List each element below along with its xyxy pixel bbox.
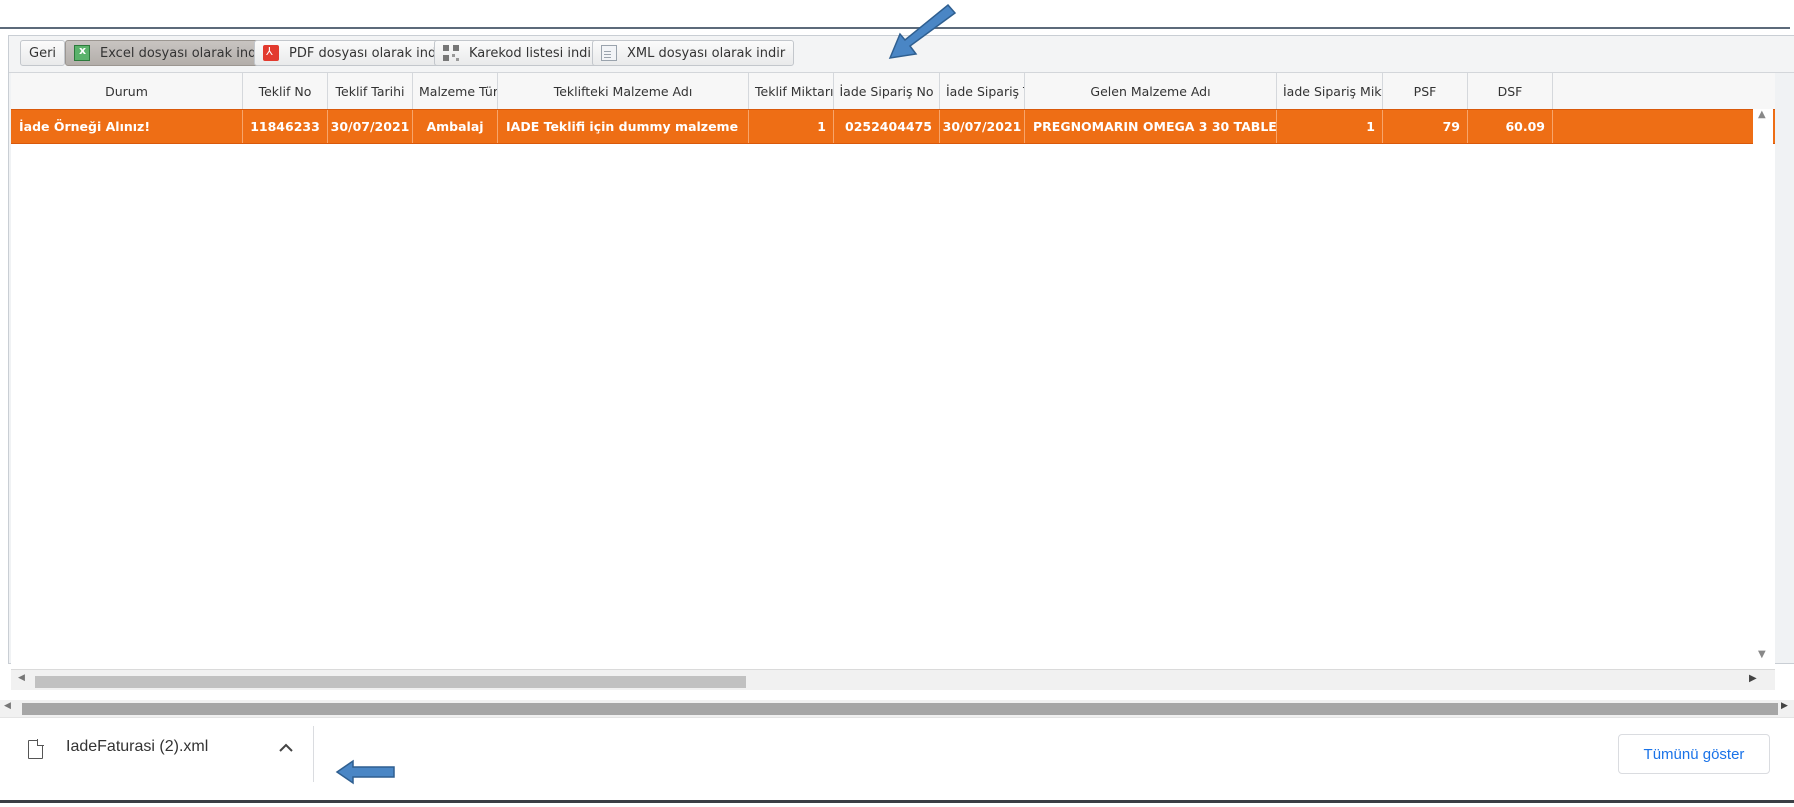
column-header-durum[interactable]: Durum (11, 73, 243, 109)
column-header-iade-siparis-miktari[interactable]: İade Sipariş Miktarı (1277, 73, 1383, 109)
column-header-psf[interactable]: PSF (1383, 73, 1468, 109)
excel-icon (74, 44, 90, 61)
column-header-gelen-malzeme-adi[interactable]: Gelen Malzeme Adı (1025, 73, 1277, 109)
window-top-border (0, 27, 1790, 29)
column-header-teklif-miktari[interactable]: Teklif Miktarı (749, 73, 834, 109)
xml-download-label: XML dosyası olarak indir (627, 45, 786, 61)
xml-file-icon (601, 45, 617, 61)
column-header-malzeme-turu[interactable]: Malzeme Türü (413, 73, 498, 109)
page-scroll-left-arrow-icon[interactable]: ◀ (4, 701, 11, 711)
cell-teklifteki-malzeme-adi: IADE Teklifi için dummy malzeme (498, 110, 749, 143)
page-scroll-right-arrow-icon[interactable]: ▶ (1781, 701, 1788, 711)
column-header-iade-siparis-tarihi[interactable]: İade Sipariş Tarihi (940, 73, 1025, 109)
cell-iade-siparis-no: 0252404475 (834, 110, 940, 143)
grid-scrollbar-thumb[interactable] (35, 676, 746, 688)
cell-iade-siparis-miktari: 1 (1277, 110, 1383, 143)
column-header-teklif-no[interactable]: Teklif No (243, 73, 328, 109)
download-file-name[interactable]: IadeFaturasi (2).xml (66, 738, 208, 756)
cell-durum: İade Örneği Alınız! (11, 110, 243, 143)
download-bar-divider (313, 726, 314, 782)
qr-code-icon (443, 45, 459, 61)
back-button[interactable]: Geri (20, 40, 66, 66)
back-button-label: Geri (29, 45, 57, 61)
grid-body: İade Örneği Alınız! 11846233 30/07/2021 … (11, 109, 1775, 669)
scroll-left-arrow-icon[interactable]: ◀ (18, 673, 25, 683)
pdf-download-button[interactable]: PDF dosyası olarak indir (254, 40, 455, 66)
cell-teklif-miktari: 1 (749, 110, 834, 143)
scroll-right-arrow-icon[interactable]: ▶ (1749, 673, 1757, 684)
column-header-teklifteki-malzeme-adi[interactable]: Teklifteki Malzeme Adı (498, 73, 749, 109)
column-header-dsf[interactable]: DSF (1468, 73, 1553, 109)
page-horizontal-scrollbar[interactable]: ◀ ▶ (0, 700, 1794, 718)
cell-teklif-no: 11846233 (243, 110, 328, 143)
toolbar: Geri Excel dosyası olarak indir PDF dosy… (9, 36, 1794, 73)
pdf-icon (263, 45, 279, 61)
page-scrollbar-thumb[interactable] (22, 703, 1778, 715)
grid-vertical-scrollbar[interactable]: ▲ ▼ (1753, 109, 1773, 669)
chevron-up-icon[interactable] (274, 736, 298, 760)
cell-gelen-malzeme-adi: PREGNOMARIN OMEGA 3 30 TABLET (1025, 110, 1277, 143)
cell-malzeme-turu: Ambalaj (413, 110, 498, 143)
scroll-up-arrow-icon[interactable]: ▲ (1758, 109, 1766, 120)
cell-dsf: 60.09 (1468, 110, 1553, 143)
grid-horizontal-scrollbar[interactable]: ◀ ▶ (11, 669, 1775, 690)
grid-header: Durum Teklif No Teklif Tarihi Malzeme Tü… (11, 73, 1775, 110)
xml-download-button[interactable]: XML dosyası olarak indir (592, 40, 795, 66)
column-header-teklif-tarihi[interactable]: Teklif Tarihi (328, 73, 413, 109)
show-all-downloads-button[interactable]: Tümünü göster (1618, 734, 1770, 774)
qr-list-download-label: Karekod listesi indir (469, 45, 597, 61)
excel-download-label: Excel dosyası olarak indir (100, 45, 266, 61)
scroll-down-arrow-icon[interactable]: ▼ (1758, 649, 1766, 660)
column-header-iade-siparis-no[interactable]: İade Sipariş No (834, 73, 940, 109)
cell-psf: 79 (1383, 110, 1468, 143)
app-frame: Geri Excel dosyası olarak indir PDF dosy… (8, 35, 1794, 690)
excel-download-button[interactable]: Excel dosyası olarak indir (65, 40, 275, 66)
pdf-download-label: PDF dosyası olarak indir (289, 45, 446, 61)
qr-list-download-button[interactable]: Karekod listesi indir (434, 40, 606, 66)
download-bar: IadeFaturasi (2).xml Tümünü göster (0, 718, 1794, 803)
cell-teklif-tarihi: 30/07/2021 (328, 110, 413, 143)
file-icon (28, 739, 44, 759)
cell-iade-siparis-tarihi: 30/07/2021 (940, 110, 1025, 143)
download-item[interactable]: IadeFaturasi (2).xml (0, 718, 312, 800)
table-row[interactable]: İade Örneği Alınız! 11846233 30/07/2021 … (11, 109, 1775, 144)
